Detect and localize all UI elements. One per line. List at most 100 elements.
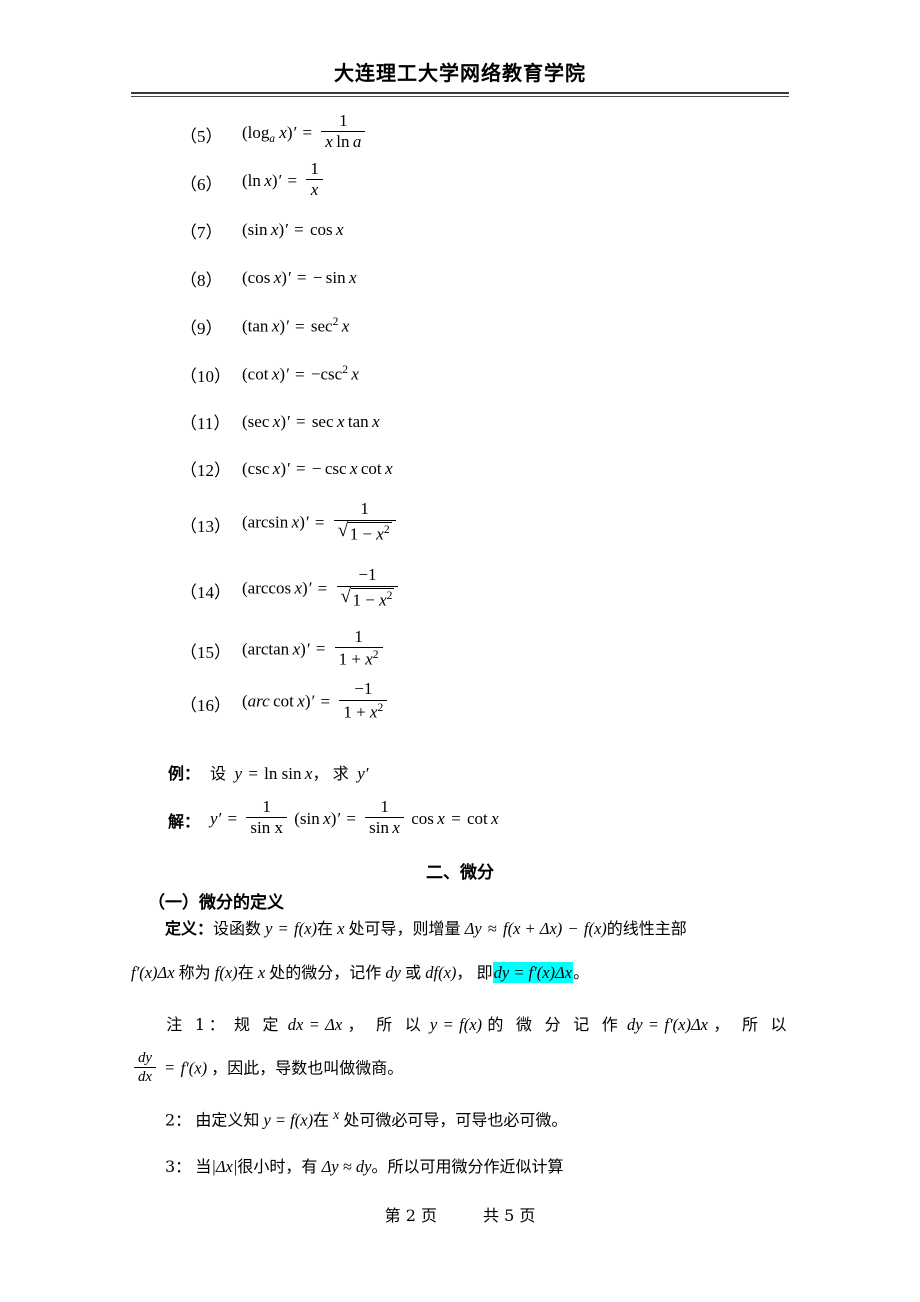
definition-text-c: 的线性主部 (606, 919, 687, 938)
definition-approx: ≈ (487, 919, 497, 938)
definition-f-x-plus-dx: f(x + Δx) (503, 919, 563, 938)
example-lnsin: ln sin (264, 764, 302, 783)
formula-row: （10） (cot x)′ = −csc2 x (180, 350, 780, 398)
example-comma: ， (312, 764, 329, 783)
note-3-abs-deltax: |Δx| (211, 1157, 238, 1176)
definition-line2-chu: 处的微分，记作 (269, 963, 382, 982)
solution-eq-1: = (227, 808, 238, 828)
formula-number: （9） (180, 318, 223, 338)
header-title: 大连理工大学网络教育学院 (334, 61, 586, 85)
formula-expression: (cot x)′ = −csc2 x (242, 363, 359, 384)
note-2-text-a: 由定义知 (195, 1110, 260, 1130)
example-problem: 设 y = ln sin x， 求 y′ (210, 760, 368, 784)
example-y: y (234, 764, 243, 783)
formula-number: （7） (180, 222, 223, 242)
page-footer: 第 2 页 共 5 页 (131, 1202, 789, 1226)
note-3-line: 3： 当|Δx|很小时，有 Δy ≈ dy。所以可用微分作近似计算 (131, 1156, 789, 1177)
definition-fx: f(x) (294, 919, 317, 938)
definition-text-b: 处可导，则增量 (348, 919, 461, 938)
note-2-y-eq-fx: y = f(x) (263, 1110, 314, 1130)
note-2-label: 2： (165, 1110, 192, 1130)
definition-paragraph-line-2: f′(x)Δx 称为 f(x)在 x 处的微分，记作 dy 或 df(x)， 即… (131, 962, 789, 983)
solution-expression: y′ = 1 sin x (sin x)′ = 1 sin x cos x = … (210, 797, 499, 838)
note-1-text-b: ， 所 以 (347, 1015, 425, 1034)
definition-text-a: 设函数 (213, 919, 262, 938)
formula-number: （14） (180, 582, 231, 602)
definition-paragraph-line-1: 定义：设函数 y = f(x)在 x 处可导，则增量 Δy ≈ f(x + Δx… (131, 918, 789, 939)
note-1-fprime: f′(x) (180, 1058, 208, 1078)
note-2-x: x (333, 1107, 340, 1122)
formula-expression: (tan x)′ = sec2 x (242, 315, 350, 336)
definition-eq: = (278, 919, 288, 938)
formula-number: （5） (180, 126, 223, 146)
highlighted-differential-formula: dy = f′(x)Δx (492, 962, 574, 983)
note-1-label: 注 1： (165, 1015, 229, 1034)
formula-expression: (arc cot x)′ = −1 1 + x2 (242, 679, 390, 723)
note-2-text-b: 在 (313, 1110, 330, 1130)
formula-number: （6） (180, 174, 223, 194)
example-yprime: y′ (357, 764, 369, 783)
example-solution-line: 解： y′ = 1 sin x (sin x)′ = 1 sin x cos x… (168, 796, 788, 844)
formula-expression: (cos x)′ = − sin x (242, 268, 357, 287)
document-page: 大连理工大学网络教育学院 （5） (loga x)′ = 1x ln a （6）… (0, 0, 920, 1302)
solution-frac-den: sin x (250, 818, 283, 838)
formula-number: （16） (180, 695, 231, 715)
formula-expression: (arccos x)′ = −1 √ 1 − x2 (242, 565, 401, 611)
note-1-equals: = (165, 1058, 175, 1078)
note-1-line-1: 注 1： 规 定 dx = Δx ， 所 以 y = f(x) 的 微 分 记 … (131, 1014, 789, 1035)
definition-huo: 或 (405, 963, 422, 982)
formula-number: （15） (180, 643, 231, 662)
formula-row: （5） (loga x)′ = 1x ln a (180, 110, 780, 158)
example-label: 例： (168, 764, 201, 783)
header-divider (131, 92, 789, 97)
note-3-deltay-approx-dy: Δy ≈ dy (321, 1157, 372, 1176)
note-3-text-a: 当 (195, 1157, 212, 1176)
solution-eq-3: = (451, 808, 461, 828)
formula-number: （13） (180, 516, 231, 536)
note-1-text-d: ， 所 以 (713, 1015, 790, 1034)
note-1-text-e: ，因此，导数也叫做微商。 (211, 1058, 404, 1078)
formula-row: （15） (arctan x)′ = 1 1 + x2 (180, 624, 780, 677)
formula-row: （7） (sin x)′ = cos x (180, 206, 780, 254)
definition-fprime-dx: f′(x)Δx (131, 963, 175, 982)
definition-zai: 在 (316, 919, 333, 938)
definition-minus: − (568, 919, 578, 938)
formula-row: （11） (sec x)′ = sec x tan x (180, 398, 780, 445)
formula-expression: (sec x)′ = sec x tan x (242, 411, 380, 431)
note-1-text-a: 规 定 (233, 1015, 283, 1034)
definition-line2-x: x (257, 963, 266, 982)
footer-total-pages: 共 5 页 (483, 1206, 536, 1225)
note-1-y-eq-fx: y = f(x) (429, 1015, 483, 1034)
definition-y: y (265, 919, 273, 938)
formula-expression: (loga x)′ = 1x ln a (242, 111, 368, 154)
definition-line2-fx: f(x) (214, 963, 238, 982)
note-2-text-c: 处可微必可导，可导也必可微。 (343, 1110, 568, 1130)
formula-row: （14） (arccos x)′ = −1 √ 1 − x2 (180, 556, 780, 624)
definition-fx-2: f(x) (583, 919, 607, 938)
formula-row: （8） (cos x)′ = − sin x (180, 254, 780, 302)
formula-expression: (sin x)′ = cos x (242, 220, 344, 239)
definition-ji: 即 (476, 963, 493, 982)
definition-x: x (337, 919, 345, 938)
solution-yprime: y′ (210, 808, 222, 828)
formula-row: （12） (csc x)′ = − csc x cot x (180, 445, 780, 492)
worked-example: 例： 设 y = ln sin x， 求 y′ 解： y′ = 1 sin x … (168, 748, 788, 844)
example-equals: = (248, 764, 258, 783)
formula-number: （11） (180, 414, 231, 433)
note-3-text-c: 。所以可用微分作近似计算 (371, 1157, 564, 1176)
note-3-label: 3： (165, 1157, 192, 1176)
solution-sinx-prime: (sin x)′ (294, 808, 341, 828)
example-she: 设 (210, 764, 227, 783)
footer-page-number: 第 2 页 (384, 1206, 437, 1225)
formula-number: （10） (180, 366, 231, 386)
formula-expression: (arctan x)′ = 1 1 + x2 (242, 627, 386, 671)
note-1-text-c: 的 微 分 记 作 (487, 1015, 622, 1034)
derivative-formula-list: （5） (loga x)′ = 1x ln a （6） (ln x)′ = 1x… (180, 110, 780, 729)
example-problem-line: 例： 设 y = ln sin x， 求 y′ (168, 748, 788, 796)
solution-cotx: cot x (466, 808, 499, 828)
formula-row: （9） (tan x)′ = sec2 x (180, 302, 780, 350)
formula-number: （8） (180, 270, 223, 290)
definition-line2-zai: 在 (237, 963, 254, 982)
formula-expression: (arcsin x)′ = 1 √ 1 − x2 (242, 499, 399, 545)
formula-expression: (csc x)′ = − csc x cot x (242, 458, 393, 478)
